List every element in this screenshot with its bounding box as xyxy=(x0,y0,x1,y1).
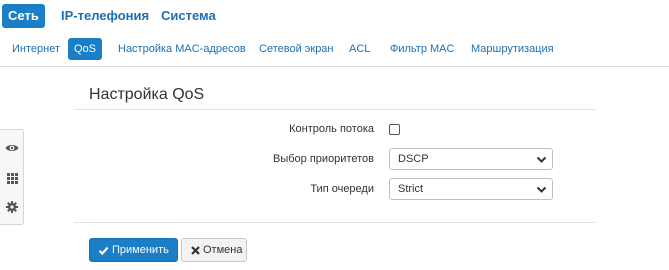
top-nav: Сеть IP-телефония Система xyxy=(0,0,669,34)
page-title: Настройка QoS xyxy=(89,86,205,103)
checkmark-icon xyxy=(98,246,109,256)
tab-qos[interactable]: QoS xyxy=(68,38,103,60)
queue-type-value: Strict xyxy=(398,183,424,195)
grid-icon[interactable] xyxy=(4,170,20,186)
cancel-button[interactable]: Отмена xyxy=(181,238,247,262)
top-nav-item-network[interactable]: Сеть xyxy=(2,4,45,28)
priority-selection-select[interactable]: DSCP xyxy=(389,148,553,170)
tab-firewall[interactable]: Сетевой экран xyxy=(255,38,338,60)
apply-button-label: Применить xyxy=(112,244,169,256)
chevron-down-icon xyxy=(536,186,547,193)
sub-nav: Интернет QoS Настройка MAC-адресов Сетев… xyxy=(0,34,669,67)
page: Сеть IP-телефония Система Интернет QoS Н… xyxy=(0,0,669,270)
top-nav-item-ip-telephony[interactable]: IP-телефония xyxy=(55,4,155,28)
tab-routing[interactable]: Маршрутизация xyxy=(467,38,558,60)
tab-internet[interactable]: Интернет xyxy=(8,38,64,60)
priority-selection-value: DSCP xyxy=(398,153,429,165)
divider xyxy=(74,222,596,223)
flow-control-checkbox[interactable] xyxy=(389,124,400,135)
flow-control-label: Контроль потока xyxy=(289,123,374,135)
priority-selection-label: Выбор приоритетов xyxy=(273,153,374,165)
apply-button[interactable]: Применить xyxy=(89,238,178,262)
queue-type-label: Тип очереди xyxy=(310,183,374,195)
queue-type-select[interactable]: Strict xyxy=(389,178,553,200)
tab-mac-settings[interactable]: Настройка MAC-адресов xyxy=(114,38,250,60)
chevron-down-icon xyxy=(536,156,547,163)
top-nav-item-system[interactable]: Система xyxy=(155,4,222,28)
close-icon xyxy=(191,246,200,255)
tab-acl[interactable]: ACL xyxy=(345,38,374,60)
gear-icon[interactable] xyxy=(4,199,20,215)
tab-mac-filter[interactable]: Фильтр MAC xyxy=(386,38,458,60)
divider xyxy=(74,109,596,110)
cancel-button-label: Отмена xyxy=(203,244,243,256)
eye-icon[interactable] xyxy=(4,140,20,156)
side-toolbar xyxy=(0,129,24,225)
